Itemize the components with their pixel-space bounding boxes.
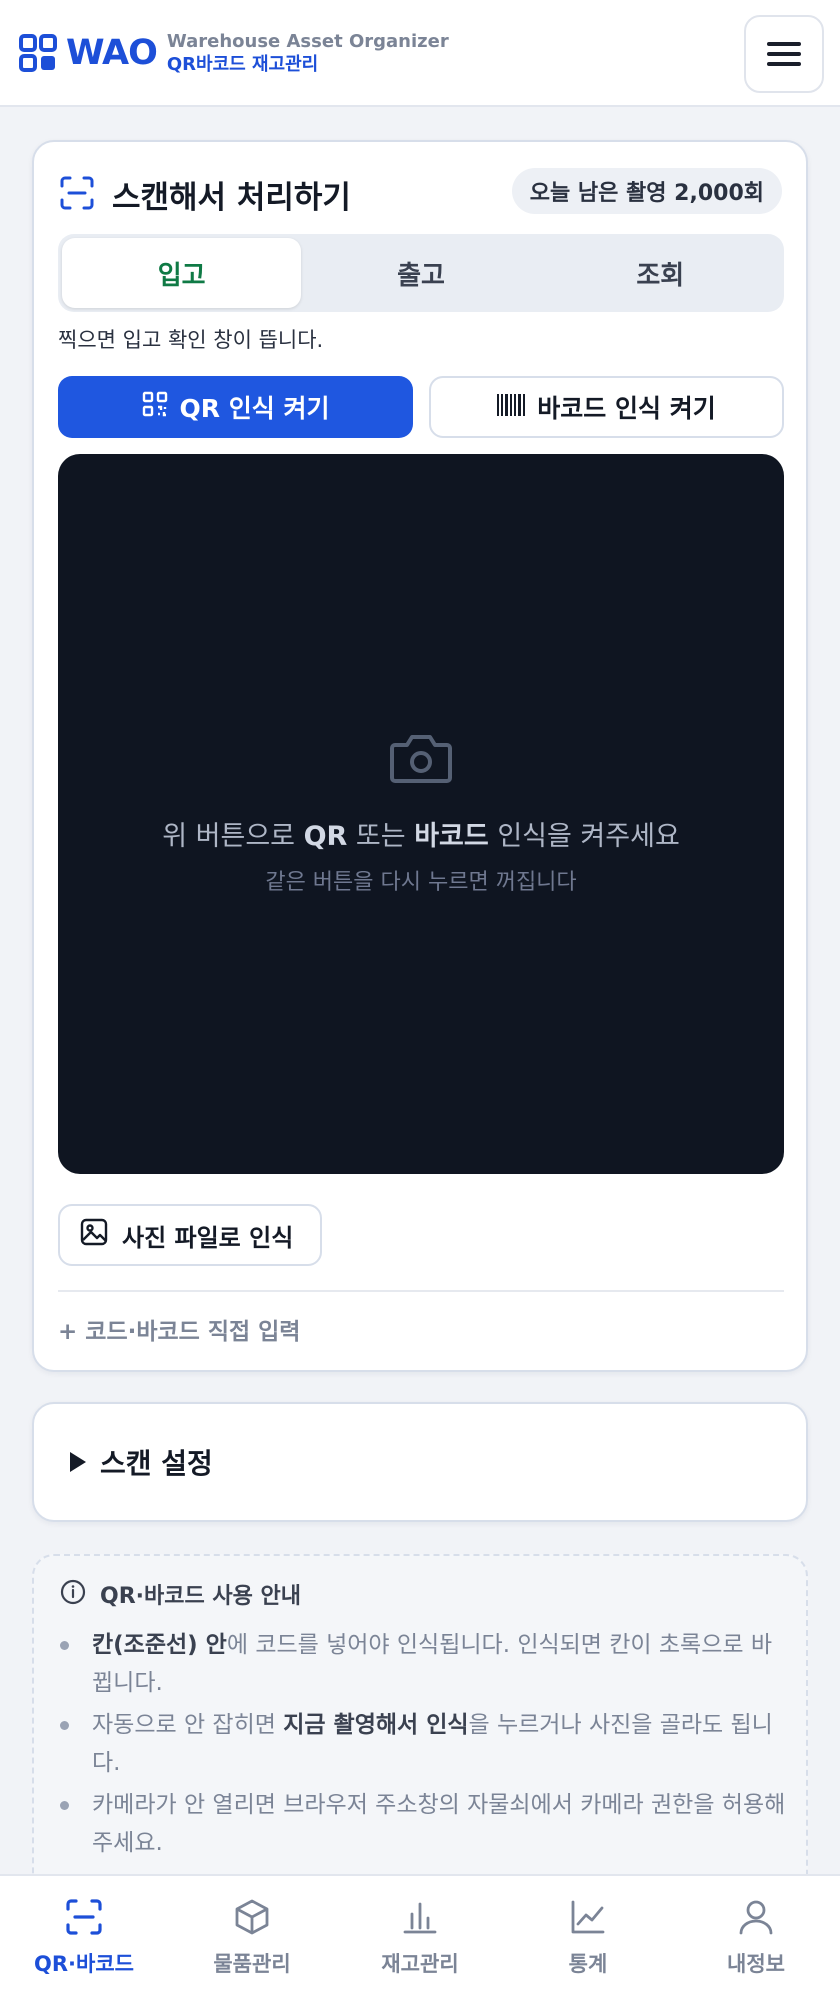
logo-grid-icon xyxy=(18,33,58,73)
scan-title-row: 스캔해서 처리하기 xyxy=(60,172,351,217)
photo-file-scan-button[interactable]: 사진 파일로 인식 xyxy=(58,1204,322,1266)
guide-title: QR·바코드 사용 안내 xyxy=(100,1584,301,1609)
scan-frame-icon xyxy=(60,176,94,214)
qr-button-label: QR 인식 켜기 xyxy=(179,394,330,423)
tab-my-info[interactable]: 내정보 xyxy=(672,1876,840,2000)
camera-sub-message: 같은 버튼을 다시 누르면 꺼집니다 xyxy=(265,870,577,895)
camera-icon xyxy=(389,729,453,789)
tab-inbound[interactable]: 입고 xyxy=(62,238,302,308)
expand-triangle-icon xyxy=(70,1452,86,1472)
tab-lookup[interactable]: 조회 xyxy=(541,238,780,308)
bottom-tab-bar: QR·바코드 물품관리 재고관리 통계 내정보 xyxy=(0,1874,840,2000)
direct-input-link[interactable]: + 코드·바코드 직접 입력 xyxy=(58,1312,300,1346)
tab-label: 물품관리 xyxy=(213,1952,291,1976)
settings-title: 스캔 설정 xyxy=(100,1447,213,1480)
subtitle-en: Warehouse Asset Organizer xyxy=(166,30,449,52)
tab-label: 재고관리 xyxy=(381,1952,459,1976)
barcode-button-label: 바코드 인식 켜기 xyxy=(537,394,716,423)
tab-outbound[interactable]: 출고 xyxy=(301,238,540,308)
guide-item: 자동으로 안 잡히면 지금 촬영해서 인식을 누르거나 사진을 골라도 됩니다. xyxy=(60,1706,790,1782)
qr-scan-toggle-button[interactable]: QR 인식 켜기 xyxy=(58,376,413,438)
guide-header: QR·바코드 사용 안내 xyxy=(60,1578,301,1610)
tab-label: QR·바코드 xyxy=(34,1952,134,1976)
camera-message: 위 버튼으로 QR 또는 바코드 인식을 켜주세요 xyxy=(162,821,680,852)
qr-icon xyxy=(142,391,168,423)
tab-inventory[interactable]: 재고관리 xyxy=(336,1876,504,2000)
scan-settings-toggle[interactable]: 스캔 설정 xyxy=(70,1442,213,1482)
photo-button-label: 사진 파일로 인식 xyxy=(122,1223,294,1252)
app-header: WAO Warehouse Asset Organizer QR바코드 재고관리 xyxy=(0,0,840,107)
scan-title: 스캔해서 처리하기 xyxy=(112,180,351,216)
guide-list: 칸(조준선) 안에 코드를 넣어야 인식됩니다. 인식되면 칸이 초록으로 바뀝… xyxy=(60,1626,790,1866)
guide-item: 카메라가 안 열리면 브라우저 주소창의 자물쇠에서 카메라 권한을 허용해주세… xyxy=(60,1786,790,1862)
logo-text: WAO xyxy=(66,32,158,73)
menu-button[interactable] xyxy=(744,15,824,93)
image-icon xyxy=(80,1218,108,1252)
info-icon xyxy=(60,1579,86,1609)
divider xyxy=(58,1290,784,1292)
logo-subtitle: Warehouse Asset Organizer QR바코드 재고관리 xyxy=(167,30,449,76)
hamburger-icon xyxy=(767,42,801,46)
scan-settings-card[interactable]: 스캔 설정 xyxy=(32,1402,808,1522)
barcode-scan-toggle-button[interactable]: 바코드 인식 켜기 xyxy=(429,376,784,438)
mode-segmented-control: 입고 출고 조회 xyxy=(58,234,784,312)
tab-stats[interactable]: 통계 xyxy=(504,1876,672,2000)
line-chart-icon xyxy=(569,1898,607,1940)
subtitle-ko: QR바코드 재고관리 xyxy=(166,53,319,75)
bar-chart-icon xyxy=(401,1898,439,1940)
barcode-icon xyxy=(497,393,526,422)
guide-item: 칸(조준선) 안에 코드를 넣어야 인식됩니다. 인식되면 칸이 초록으로 바뀝… xyxy=(60,1626,790,1702)
tab-label: 통계 xyxy=(568,1952,608,1976)
user-icon xyxy=(737,1898,775,1940)
scan-card: 스캔해서 처리하기 오늘 남은 촬영 2,000회 입고 출고 조회 찍으면 입… xyxy=(32,140,808,1372)
scan-icon xyxy=(65,1898,103,1940)
tab-qr-barcode[interactable]: QR·바코드 xyxy=(0,1876,168,2000)
tab-help-text: 찍으면 입고 확인 창이 뜹니다. xyxy=(58,328,324,352)
box-icon xyxy=(233,1898,271,1940)
tab-items[interactable]: 물품관리 xyxy=(168,1876,336,2000)
tab-label: 내정보 xyxy=(727,1952,785,1976)
remaining-shots-badge: 오늘 남은 촬영 2,000회 xyxy=(511,168,782,214)
camera-preview[interactable]: 위 버튼으로 QR 또는 바코드 인식을 켜주세요 같은 버튼을 다시 누르면 … xyxy=(58,454,784,1174)
